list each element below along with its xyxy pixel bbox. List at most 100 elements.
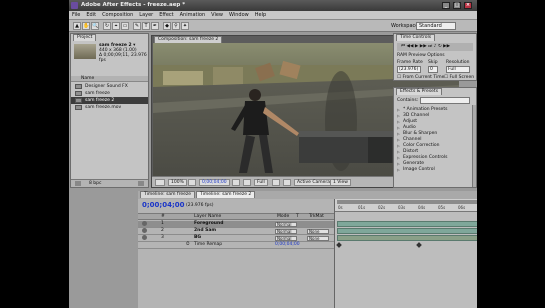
layer-mode-dropdown[interactable]: Normal [275, 222, 297, 227]
tab-effects-presets[interactable]: Effects & Presets [396, 88, 443, 95]
camera-tool-icon[interactable]: ⌖ [112, 22, 120, 30]
brush-tool-icon[interactable]: ✎ [133, 22, 141, 30]
column-trkmat: TrkMat [309, 214, 324, 219]
snapshot-icon[interactable] [232, 179, 240, 186]
ram-preview-options-label[interactable]: RAM Preview Options [397, 53, 445, 58]
project-item-sam-freeze-mov[interactable]: sam freeze.mov [71, 104, 148, 111]
last-frame-icon[interactable]: ⏭ [428, 44, 432, 49]
resolution-dropdown-preview[interactable]: Full [446, 66, 470, 73]
hand-tool-icon[interactable]: ✋ [82, 22, 90, 30]
eye-icon[interactable] [142, 221, 147, 226]
timeline-current-time[interactable]: 0;00;04;00 [142, 201, 185, 209]
eye-icon[interactable] [142, 235, 147, 240]
eraser-tool-icon[interactable]: ⚲ [172, 22, 180, 30]
menu-layer[interactable]: Layer [136, 11, 156, 20]
tab-project[interactable]: Project [73, 34, 97, 41]
project-item-sam-freeze-2[interactable]: sam freeze 2 [71, 97, 148, 104]
trkmat-dropdown[interactable]: None [307, 229, 329, 234]
after-effects-app-icon [71, 2, 78, 9]
play-icon[interactable]: ▶ [415, 44, 418, 49]
layer-row-2nd-sam[interactable]: 2 2nd Sam Normal None [138, 228, 334, 235]
rotate-tool-icon[interactable]: ↻ [103, 22, 111, 30]
layer-row-foreground[interactable]: 1 Foreground Normal [138, 221, 334, 228]
menu-view[interactable]: View [208, 11, 226, 20]
first-frame-icon[interactable]: ⏮ [401, 44, 405, 49]
next-frame-icon[interactable]: ▶▶ [420, 44, 427, 49]
previous-frame-icon[interactable]: ◀◀ [407, 44, 414, 49]
menu-composition[interactable]: Composition [99, 11, 136, 20]
stopwatch-icon[interactable]: ⏱ [186, 242, 190, 248]
menu-file[interactable]: File [69, 11, 83, 20]
clone-stamp-tool-icon[interactable]: ◆ [163, 22, 171, 30]
menu-edit[interactable]: Edit [83, 11, 99, 20]
full-screen-checkbox[interactable]: ☐ Full Screen [444, 75, 474, 80]
always-preview-icon[interactable] [155, 179, 165, 186]
bpc-indicator[interactable]: 8 bpc [89, 181, 101, 186]
region-of-interest-icon[interactable] [272, 179, 280, 186]
project-item-designer-sound-fx[interactable]: Designer Sound FX [71, 83, 148, 90]
close-button[interactable]: × [464, 2, 472, 9]
layer-name[interactable]: Foreground [194, 221, 223, 227]
channel-icon[interactable] [243, 179, 251, 186]
layer-bar-bg[interactable] [337, 235, 477, 241]
tab-timeline-sam-freeze-2[interactable]: Timeline: sam freeze 2 [196, 191, 256, 198]
layer-row-bg[interactable]: 3 BG Normal None [138, 235, 334, 242]
effects-search-input[interactable] [420, 97, 470, 104]
ruler-tick: 01s [358, 205, 366, 210]
layer-name[interactable]: 2nd Sam [194, 228, 216, 234]
layer-bar-foreground[interactable] [337, 221, 477, 227]
ram-preview-icon[interactable]: ▶▶ [443, 44, 450, 49]
zoom-tool-icon[interactable]: 🔍 [91, 22, 99, 30]
selection-tool-icon[interactable]: ▲ [73, 22, 81, 30]
camera-dropdown[interactable]: Active Camera [294, 179, 334, 186]
eye-icon[interactable] [142, 228, 147, 233]
resolution-label: Resolution [446, 60, 470, 65]
layer-mode-dropdown[interactable]: Normal [275, 229, 297, 234]
maximize-button[interactable]: □ [453, 2, 461, 9]
audio-icon[interactable]: ♪ [434, 44, 437, 49]
zoom-dropdown[interactable]: 100% [168, 179, 187, 186]
loop-icon[interactable]: ↻ [438, 44, 442, 49]
interpret-footage-icon[interactable] [75, 181, 81, 186]
frame-rate-dropdown[interactable]: (23.976) [397, 66, 421, 73]
skip-field[interactable]: 0 [428, 66, 438, 73]
minimize-button[interactable]: _ [442, 2, 450, 9]
resolution-dropdown[interactable]: Full [254, 179, 268, 186]
menu-window[interactable]: Window [226, 11, 252, 20]
from-current-time-checkbox[interactable]: ☐ From Current Time [397, 75, 444, 80]
safe-margins-icon[interactable] [188, 179, 196, 186]
type-tool-icon[interactable]: T [142, 22, 150, 30]
time-remap-row[interactable]: ⏱ Time Remap 0;00;04;00 [138, 242, 334, 249]
menu-animation[interactable]: Animation [177, 11, 209, 20]
layer-name[interactable]: BG [194, 235, 201, 241]
layer-mode-dropdown[interactable]: Normal [275, 236, 297, 241]
time-ruler[interactable]: 0s 01s 02s 03s 04s 05s 06s 07s 08s 09s [335, 199, 477, 212]
trkmat-dropdown[interactable]: None [307, 236, 329, 241]
timeline-graph[interactable]: 0s 01s 02s 03s 04s 05s 06s 07s 08s 09s [335, 199, 477, 308]
tab-timeline-sam-freeze[interactable]: Timeline: sam freeze [140, 191, 195, 198]
menu-bar: File Edit Composition Layer Effect Animation V… [69, 11, 477, 20]
current-time-display[interactable]: 0;00;04;00 [199, 179, 230, 186]
puppet-tool-icon[interactable]: ✦ [181, 22, 189, 30]
tab-composition[interactable]: Composition: sam freeze 2 [154, 36, 223, 43]
menu-help[interactable]: Help [252, 11, 269, 20]
pen-tool-icon[interactable]: ✒ [151, 22, 159, 30]
project-item-sam-freeze[interactable]: sam freeze [71, 90, 148, 97]
keyframe-icon[interactable] [336, 242, 342, 248]
effects-category-image-control[interactable]: Image Control [397, 167, 473, 173]
tab-time-controls[interactable]: Time Controls [396, 34, 436, 41]
menu-effect[interactable]: Effect [156, 11, 176, 20]
view-layout-dropdown[interactable]: 1 View [330, 179, 351, 186]
layer-outline: 0;00;04;00 (23.976 fps) # Layer Name Mod… [138, 199, 335, 308]
workspace-dropdown[interactable]: Standard [416, 22, 456, 30]
layer-bar-2nd-sam[interactable] [337, 228, 477, 234]
composition-thumbnail [74, 44, 96, 59]
transparency-grid-icon[interactable] [283, 179, 291, 186]
trash-icon[interactable] [138, 181, 144, 186]
time-remap-value[interactable]: 0;00;04;00 [275, 242, 300, 248]
rectangle-mask-tool-icon[interactable]: ▭ [121, 22, 129, 30]
work-area-bar[interactable] [337, 200, 477, 204]
app-window: Adobe After Effects - freeze.aep * _ □ ×… [69, 0, 477, 308]
keyframe-icon[interactable] [416, 242, 422, 248]
effects-scrollbar[interactable] [472, 105, 476, 187]
